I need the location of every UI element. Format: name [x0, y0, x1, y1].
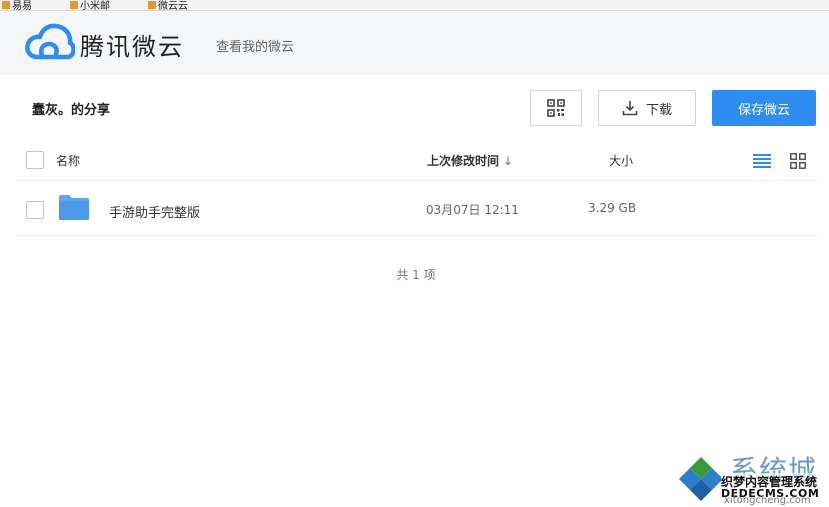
list-view-icon[interactable]	[753, 153, 771, 168]
bookmark-item[interactable]: 易易	[2, 0, 32, 12]
column-header-time[interactable]: 上次修改时间 ↓	[427, 152, 513, 169]
file-size: 3.29 GB	[588, 201, 637, 215]
bookmark-icon	[70, 1, 78, 9]
table-header: 名称 上次修改时间 ↓ 大小	[0, 150, 829, 180]
download-button[interactable]: 下载	[598, 90, 696, 126]
diamond-logo-icon	[679, 457, 723, 501]
bookmark-item[interactable]: 微云云	[148, 0, 188, 12]
browser-bookmark-bar: 易易 小米邮 微云云	[0, 0, 829, 12]
save-to-weiyun-button[interactable]: 保存微云	[712, 90, 816, 126]
file-name[interactable]: 手游助手完整版	[109, 202, 200, 221]
site-watermark: 系统城 织梦内容管理系统 DEDECMS.COM xitongcheng.com	[672, 454, 829, 507]
view-my-weiyun-link[interactable]: 查看我的微云	[216, 36, 294, 55]
row-divider	[17, 235, 817, 236]
column-header-size[interactable]: 大小	[609, 152, 633, 169]
row-checkbox[interactable]	[26, 201, 44, 219]
sort-down-arrow-icon: ↓	[503, 154, 514, 168]
qr-code-button[interactable]	[530, 90, 582, 126]
table-row[interactable]: 手游助手完整版 03月07日 12:11 3.29 GB	[0, 181, 829, 235]
qr-code-icon	[547, 99, 565, 117]
site-header: 腾讯微云 查看我的微云	[0, 11, 829, 75]
download-icon	[622, 101, 638, 116]
bookmark-item[interactable]: 小米邮	[70, 0, 110, 12]
bookmark-icon	[148, 1, 156, 9]
select-all-checkbox[interactable]	[26, 151, 44, 169]
share-title: 蠢灰。的分享	[32, 103, 111, 118]
weiyun-cloud-logo-icon[interactable]	[25, 23, 75, 61]
item-count: 共 1 项	[396, 268, 436, 282]
save-label: 保存微云	[737, 102, 790, 118]
download-label: 下载	[645, 102, 672, 118]
column-header-name[interactable]: 名称	[56, 152, 80, 169]
folder-icon	[59, 195, 89, 220]
grid-view-icon[interactable]	[790, 153, 806, 169]
bookmark-icon	[2, 1, 10, 9]
brand-title: 腾讯微云	[80, 33, 184, 61]
watermark-text-3: xitongcheng.com	[724, 495, 811, 506]
file-modified-time: 03月07日 12:11	[426, 203, 519, 217]
